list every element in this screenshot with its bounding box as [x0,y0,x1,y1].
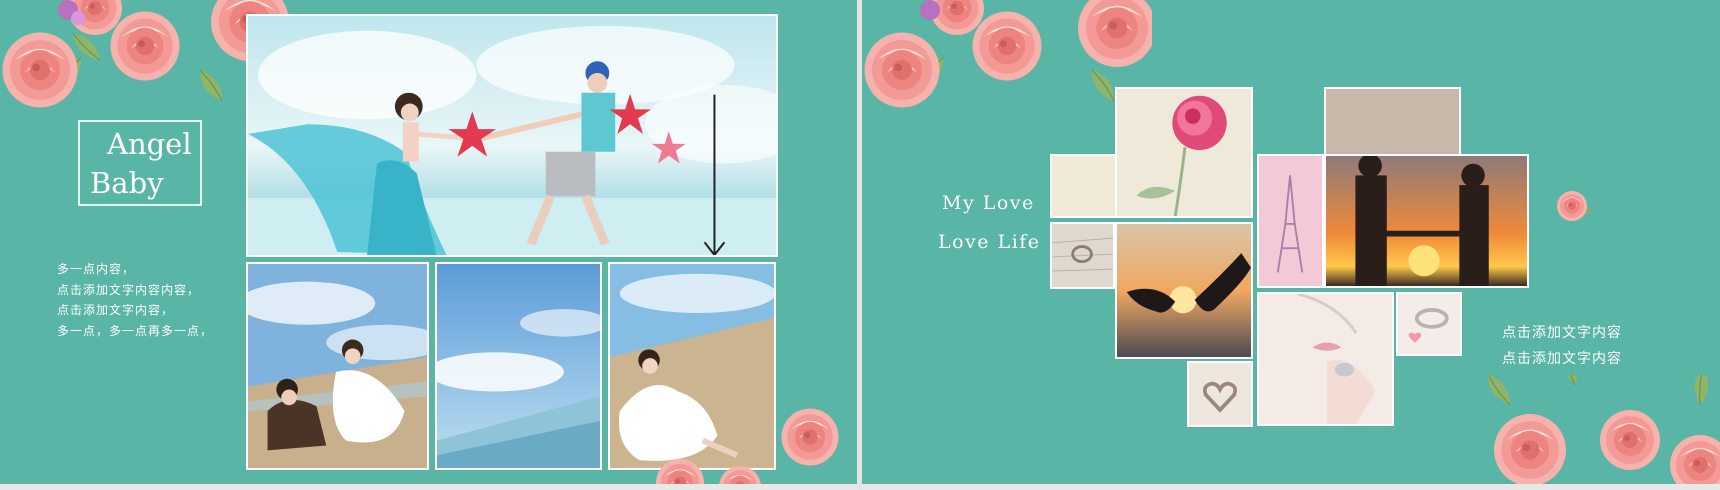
body-line-2: 点击添加文字内容内容， [57,282,201,297]
side-line-1: 点击添加文字内容 [1502,325,1622,341]
slide-angel-baby[interactable]: Angel Baby 多一点内容， 点击添加文字内容内容， 点击添加文字内容， … [0,0,857,484]
body-text: 多一点内容， 点击添加文字内容内容， 点击添加文字内容， 多一点，多一点再多一点… [57,259,213,341]
flower-corner-top-left-2 [864,0,1152,108]
title-baby: Baby [90,166,164,200]
flower-corner-bottom-right [656,406,839,484]
photo-book-ring[interactable] [1050,222,1115,289]
photo-pink-rose[interactable] [1115,87,1253,218]
photo-heart-hands-sunset[interactable] [1115,222,1253,359]
photo-eiffel-tower[interactable] [1257,154,1324,288]
small-rose-decoration [1557,191,1594,221]
slide-my-love[interactable]: My Love Love Life 点击添加文字内容 点击添加文字内容 [862,0,1720,484]
photo-heart-pendant[interactable] [1187,361,1253,427]
body-line-3: 点击添加文字内容， [57,303,175,317]
body-line-1: 多一点内容， [57,262,136,276]
photo-sea-and-sky[interactable] [435,262,602,470]
photo-ring-on-lips[interactable] [1257,292,1394,426]
side-line-2: 点击添加文字内容 [1502,351,1622,367]
photo-couple-silhouette-sunset[interactable] [1324,154,1529,288]
side-text: 点击添加文字内容 点击添加文字内容 [1502,320,1622,372]
photo-collage-cream[interactable] [1050,154,1117,218]
photo-couple-sitting-sand[interactable] [246,262,429,470]
title-angel: Angel [107,127,192,161]
body-line-4: 多一点，多一点再多一点， [57,323,214,338]
text-my-love: My Love [942,192,1035,214]
photo-couple-running-beach[interactable] [246,14,778,257]
text-love-life: Love Life [938,231,1041,253]
photo-ring-heart[interactable] [1396,292,1462,356]
flower-corner-bottom-right-2 [1486,375,1720,484]
